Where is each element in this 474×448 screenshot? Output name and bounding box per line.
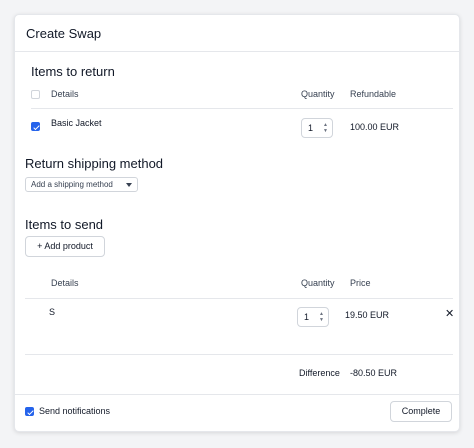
return-item-refundable: 100.00 EUR: [350, 122, 400, 132]
close-icon[interactable]: ✕: [445, 309, 454, 320]
send-notifications-checkbox[interactable]: [25, 407, 34, 416]
difference-label: Difference: [299, 368, 340, 378]
chevron-up-down-icon[interactable]: ▲ ▼: [323, 122, 328, 134]
send-quantity-value: 1: [304, 312, 310, 322]
send-header-price: Price: [350, 278, 371, 288]
send-notifications-label: Send notifications: [39, 406, 111, 416]
chevron-up-down-icon[interactable]: ▲ ▼: [319, 311, 324, 323]
items-to-send-title: Items to send: [25, 217, 104, 232]
return-quantity-stepper[interactable]: 1 ▲ ▼: [301, 118, 333, 138]
send-item-name: S: [49, 307, 56, 317]
chevron-down-icon: [126, 183, 132, 187]
difference-value: -80.50 EUR: [350, 368, 398, 378]
footer-divider: [15, 394, 459, 395]
modal-header: Create Swap: [15, 15, 459, 52]
modal-title: Create Swap: [26, 26, 102, 41]
return-header-divider: [31, 108, 453, 109]
return-shipping-title: Return shipping method: [25, 156, 164, 171]
shipping-method-dropdown[interactable]: Add a shipping method: [25, 177, 138, 192]
return-header-quantity: Quantity: [301, 89, 335, 99]
create-swap-modal: Create Swap Items to return Details Quan…: [14, 14, 460, 432]
send-header-quantity: Quantity: [301, 278, 335, 288]
send-item-price: 19.50 EUR: [345, 310, 390, 320]
items-to-return-title: Items to return: [31, 64, 115, 79]
complete-button[interactable]: Complete: [390, 401, 452, 422]
return-header-details: Details: [51, 89, 79, 99]
return-header-refundable: Refundable: [350, 89, 397, 99]
return-item-checkbox[interactable]: [31, 122, 40, 131]
select-all-return-checkbox[interactable]: [31, 90, 40, 99]
return-quantity-value: 1: [308, 123, 314, 133]
send-quantity-stepper[interactable]: 1 ▲ ▼: [297, 307, 329, 327]
send-header-divider: [25, 298, 453, 299]
difference-divider: [25, 354, 453, 355]
send-header-details: Details: [51, 278, 79, 288]
return-item-name: Basic Jacket: [51, 118, 102, 128]
add-product-button[interactable]: + Add product: [25, 236, 105, 257]
shipping-method-placeholder: Add a shipping method: [31, 180, 113, 189]
